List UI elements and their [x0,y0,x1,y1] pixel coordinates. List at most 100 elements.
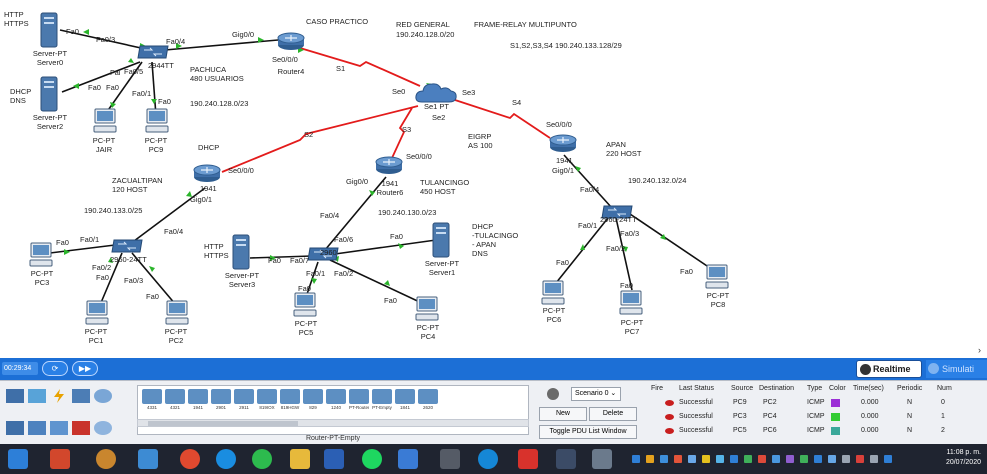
model-829[interactable]: 829 [303,389,323,413]
connections-icon[interactable] [50,389,68,403]
port-label: Fai [110,68,121,77]
table-row[interactable]: Successful PC3 PC4 ICMP 0.000 N 1 [645,411,987,423]
multiuser-icon[interactable] [94,389,112,403]
scenario-select[interactable]: Scenario 0 ⌄ [571,387,621,401]
tray-icon[interactable] [884,455,892,463]
pc-jair-icon[interactable] [92,108,118,134]
toggle-pdu-list-button[interactable]: Toggle PDU List Window [539,425,637,439]
tray-icon[interactable] [646,455,654,463]
fire-icon[interactable] [665,428,674,434]
browser-icon[interactable] [216,449,236,469]
app-icon[interactable] [96,449,116,469]
power-cycle-button[interactable]: ⟳ [42,361,68,376]
tray-icon[interactable] [744,455,752,463]
router-zacualtipan-icon[interactable] [192,164,222,184]
opera-icon[interactable] [518,449,538,469]
model-1941[interactable]: 1941 [188,389,208,413]
tray-icon[interactable] [674,455,682,463]
app-icon[interactable] [398,449,418,469]
edge-icon[interactable] [478,449,498,469]
model-2911[interactable]: 2911 [234,389,254,413]
device-list-scrollbar[interactable] [137,419,529,427]
fire-icon[interactable] [665,414,674,420]
volume-icon[interactable] [870,455,878,463]
system-clock[interactable]: 11:08 p. m. 20/07/2020 [937,448,981,468]
router6-icon[interactable] [374,156,404,176]
pc3-icon[interactable] [28,242,54,268]
pc1-icon[interactable] [84,300,110,326]
components-icon[interactable] [72,389,90,403]
new-scenario-button[interactable]: New [539,407,587,421]
model-819hgw[interactable]: 819HGW [280,389,300,413]
table-row[interactable]: Successful PC9 PC2 ICMP 0.000 N 0 [645,397,987,409]
serial-link-s1[interactable] [299,47,421,87]
tray-icon[interactable] [828,455,836,463]
server3-icon[interactable] [232,234,250,270]
model-1841[interactable]: 1841 [395,389,415,413]
pc8-name: PC8 [710,300,726,309]
router4-icon[interactable] [276,32,306,52]
router-apan-icon[interactable] [548,134,578,154]
model-2901[interactable]: 2901 [211,389,231,413]
model-4331[interactable]: 4331 [142,389,162,413]
word-icon[interactable] [324,449,344,469]
routers-icon[interactable] [6,421,24,435]
spotify-icon[interactable] [362,449,382,469]
tray-icon[interactable] [660,455,668,463]
workspace-scroll-right-icon[interactable]: › [978,345,981,355]
switch-zacualtipan-icon[interactable] [110,238,144,254]
tray-icon[interactable] [716,455,724,463]
tray-icon[interactable] [632,455,640,463]
model-2620[interactable]: 2620 [418,389,438,413]
powerpoint-icon[interactable] [50,449,70,469]
fire-icon[interactable] [665,400,674,406]
logical-workspace[interactable]: CASO PRACTICO RED GENERAL 190.240.128.0/… [0,0,987,358]
end-devices-icon[interactable] [28,389,46,403]
tray-icon[interactable] [772,455,780,463]
server0-icon[interactable] [40,12,58,48]
app-icon[interactable] [592,449,612,469]
chrome-icon[interactable] [180,449,200,469]
pc7-icon[interactable] [618,290,644,316]
model-4321[interactable]: 4321 [165,389,185,413]
whatsapp-icon[interactable] [252,449,272,469]
wireless-icon[interactable] [72,421,90,435]
model-819iox[interactable]: 819IOX [257,389,277,413]
server2-icon[interactable] [40,76,58,112]
network-devices-icon[interactable] [6,389,24,403]
hubs-icon[interactable] [50,421,68,435]
server1-icon[interactable] [432,222,450,258]
table-row[interactable]: Successful PC5 PC6 ICMP 0.000 N 2 [645,425,987,437]
realtime-mode-tab[interactable]: Realtime [856,360,922,378]
pc9-icon[interactable] [144,108,170,134]
tray-icon[interactable] [702,455,710,463]
pc6-icon[interactable] [540,280,566,306]
model-1240[interactable]: 1240 [326,389,346,413]
pc4-icon[interactable] [414,296,440,322]
fast-forward-button[interactable]: ▶▶ [72,361,98,376]
switch-top-icon[interactable] [136,44,170,60]
app-icon[interactable] [440,449,460,469]
wan-emulation-icon[interactable] [94,421,112,435]
model-pt-empty[interactable]: PT-Empty [372,389,392,413]
tray-icon[interactable] [758,455,766,463]
tray-icon[interactable] [730,455,738,463]
start-icon[interactable] [8,449,28,469]
wifi-icon[interactable] [842,455,850,463]
pc5-icon[interactable] [292,292,318,318]
delete-scenario-button[interactable]: Delete [589,407,637,421]
tray-icon[interactable] [856,455,864,463]
tray-icon[interactable] [814,455,822,463]
pc8-icon[interactable] [704,264,730,290]
switches-icon[interactable] [28,421,46,435]
tray-icon[interactable] [688,455,696,463]
packet-tracer-icon[interactable] [138,449,158,469]
pc2-icon[interactable] [164,300,190,326]
simulation-mode-tab[interactable]: Simulati [926,360,987,378]
link-pc4-switch[interactable] [329,259,427,306]
tray-icon[interactable] [800,455,808,463]
app-icon[interactable] [556,449,576,469]
file-explorer-icon[interactable] [290,449,310,469]
tray-icon[interactable] [786,455,794,463]
model-pt-router[interactable]: PT-Router [349,389,369,413]
